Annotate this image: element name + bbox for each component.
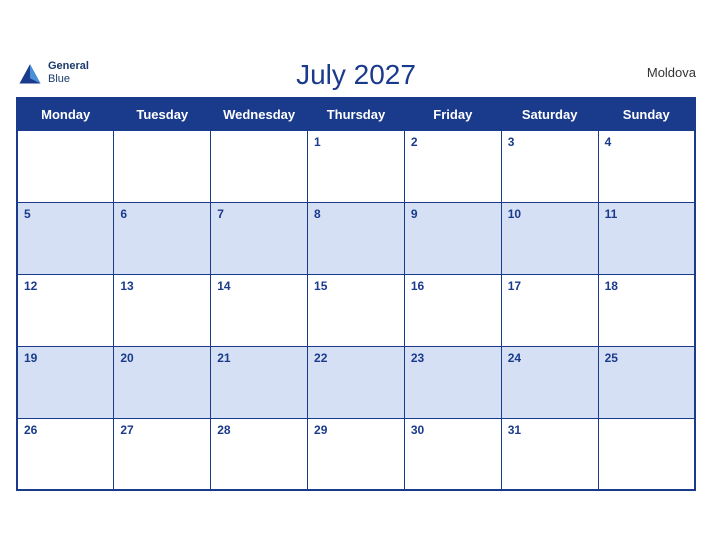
calendar-day-cell: 12 — [17, 274, 114, 346]
calendar-day-cell: 28 — [211, 418, 308, 490]
day-number: 9 — [411, 207, 418, 221]
calendar-day-cell: 14 — [211, 274, 308, 346]
logo-icon — [16, 59, 44, 87]
day-number: 19 — [24, 351, 37, 365]
logo-text: General Blue — [48, 60, 89, 86]
day-number: 22 — [314, 351, 327, 365]
logo-area: General Blue — [16, 59, 89, 87]
calendar-day-cell: 17 — [501, 274, 598, 346]
day-number: 10 — [508, 207, 521, 221]
calendar-container: General Blue July 2027 Moldova Monday Tu… — [16, 59, 696, 492]
calendar-day-cell: 20 — [114, 346, 211, 418]
calendar-day-cell: 22 — [308, 346, 405, 418]
calendar-week-row: 5 6 7 8 9 10 11 — [17, 202, 695, 274]
calendar-day-cell: 6 — [114, 202, 211, 274]
calendar-day-cell: 26 — [17, 418, 114, 490]
day-number: 7 — [217, 207, 224, 221]
calendar-day-cell: 11 — [598, 202, 695, 274]
day-number: 5 — [24, 207, 31, 221]
day-number: 28 — [217, 423, 230, 437]
day-number: 15 — [314, 279, 327, 293]
calendar-day-cell: 21 — [211, 346, 308, 418]
weekday-wednesday: Wednesday — [211, 98, 308, 131]
weekday-saturday: Saturday — [501, 98, 598, 131]
day-number: 16 — [411, 279, 424, 293]
calendar-day-cell: 7 — [211, 202, 308, 274]
logo-line2: Blue — [48, 73, 89, 86]
day-number: 8 — [314, 207, 321, 221]
day-number: 14 — [217, 279, 230, 293]
day-number: 30 — [411, 423, 424, 437]
calendar-day-cell: 15 — [308, 274, 405, 346]
logo-line1: General — [48, 60, 89, 73]
weekday-tuesday: Tuesday — [114, 98, 211, 131]
calendar-day-cell: 2 — [404, 130, 501, 202]
calendar-title: July 2027 — [296, 59, 416, 91]
calendar-day-cell: 16 — [404, 274, 501, 346]
calendar-day-cell: 19 — [17, 346, 114, 418]
calendar-day-cell — [114, 130, 211, 202]
day-number: 2 — [411, 135, 418, 149]
calendar-day-cell: 25 — [598, 346, 695, 418]
calendar-day-cell: 13 — [114, 274, 211, 346]
calendar-day-cell: 9 — [404, 202, 501, 274]
day-number: 20 — [120, 351, 133, 365]
day-number: 26 — [24, 423, 37, 437]
day-number: 21 — [217, 351, 230, 365]
calendar-day-cell: 24 — [501, 346, 598, 418]
calendar-day-cell: 31 — [501, 418, 598, 490]
day-number: 27 — [120, 423, 133, 437]
calendar-header: General Blue July 2027 Moldova — [16, 59, 696, 91]
calendar-day-cell: 29 — [308, 418, 405, 490]
weekday-friday: Friday — [404, 98, 501, 131]
weekday-thursday: Thursday — [308, 98, 405, 131]
calendar-day-cell: 8 — [308, 202, 405, 274]
calendar-day-cell: 18 — [598, 274, 695, 346]
weekday-sunday: Sunday — [598, 98, 695, 131]
calendar-day-cell: 5 — [17, 202, 114, 274]
day-number: 12 — [24, 279, 37, 293]
day-number: 31 — [508, 423, 521, 437]
calendar-table: Monday Tuesday Wednesday Thursday Friday… — [16, 97, 696, 492]
calendar-day-cell: 30 — [404, 418, 501, 490]
day-number: 23 — [411, 351, 424, 365]
country-label: Moldova — [647, 65, 696, 80]
calendar-day-cell: 1 — [308, 130, 405, 202]
calendar-day-cell: 27 — [114, 418, 211, 490]
calendar-day-cell — [598, 418, 695, 490]
calendar-week-row: 1 2 3 4 — [17, 130, 695, 202]
weekday-header-row: Monday Tuesday Wednesday Thursday Friday… — [17, 98, 695, 131]
calendar-day-cell: 3 — [501, 130, 598, 202]
calendar-body: 1234567891011121314151617181920212223242… — [17, 130, 695, 490]
weekday-monday: Monday — [17, 98, 114, 131]
calendar-day-cell — [17, 130, 114, 202]
calendar-day-cell: 4 — [598, 130, 695, 202]
day-number: 1 — [314, 135, 321, 149]
calendar-day-cell — [211, 130, 308, 202]
day-number: 29 — [314, 423, 327, 437]
day-number: 25 — [605, 351, 618, 365]
day-number: 17 — [508, 279, 521, 293]
day-number: 11 — [605, 207, 618, 221]
day-number: 3 — [508, 135, 515, 149]
day-number: 13 — [120, 279, 133, 293]
day-number: 18 — [605, 279, 618, 293]
calendar-day-cell: 10 — [501, 202, 598, 274]
calendar-week-row: 26 27 28 29 30 31 — [17, 418, 695, 490]
calendar-week-row: 19 20 21 22 23 24 25 — [17, 346, 695, 418]
calendar-week-row: 12 13 14 15 16 17 18 — [17, 274, 695, 346]
day-number: 4 — [605, 135, 612, 149]
calendar-day-cell: 23 — [404, 346, 501, 418]
day-number: 24 — [508, 351, 521, 365]
day-number: 6 — [120, 207, 127, 221]
